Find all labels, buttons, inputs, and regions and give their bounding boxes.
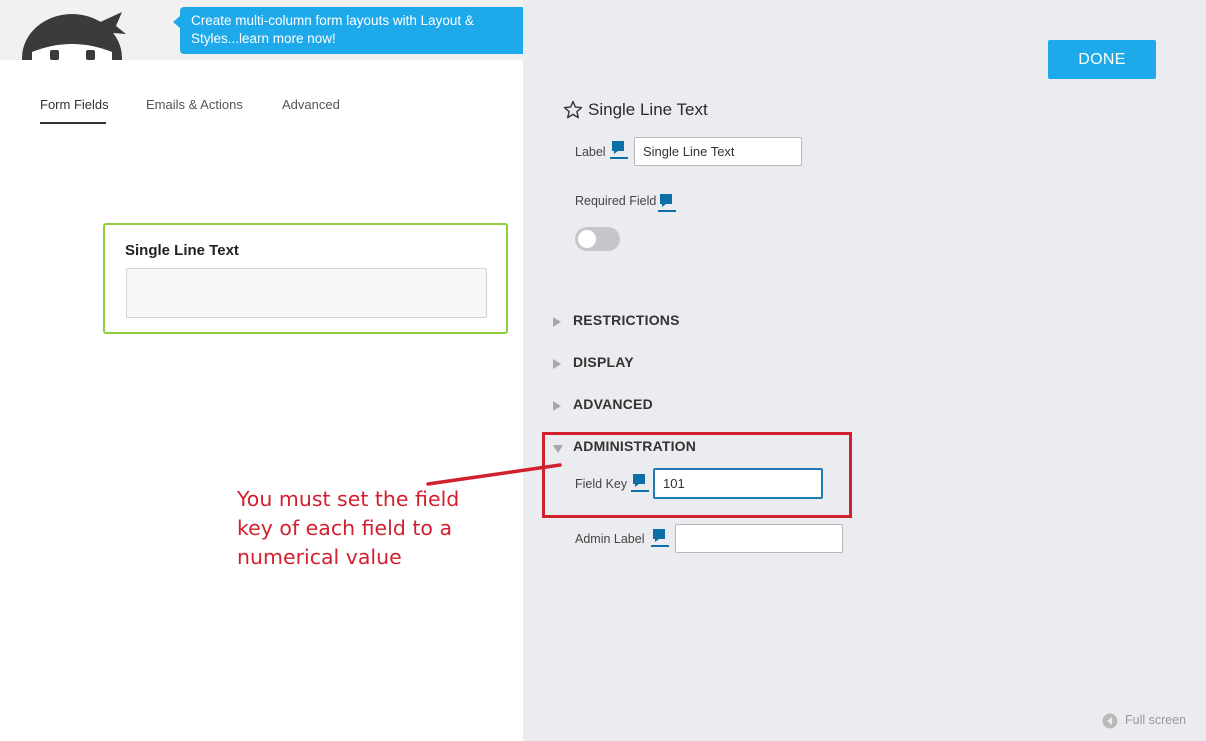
tab-form-fields[interactable]: Form Fields [40,97,109,112]
help-icon[interactable] [651,528,669,548]
form-builder-pane: Create multi-column form layouts with La… [0,0,523,741]
caret-right-icon [553,359,561,369]
collapse-arrow-icon [1102,713,1118,729]
field-card-title: Single Line Text [125,242,239,259]
active-tab-indicator [40,122,106,124]
tab-emails-actions[interactable]: Emails & Actions [146,97,243,112]
help-icon[interactable] [631,473,649,493]
admin-label-label: Admin Label [575,532,645,546]
help-icon[interactable] [610,140,628,160]
tab-advanced[interactable]: Advanced [282,97,340,112]
done-button[interactable]: DONE [1048,40,1156,79]
section-label: RESTRICTIONS [573,312,680,328]
section-label: DISPLAY [573,354,634,370]
caret-down-icon [553,445,563,453]
promo-text: Create multi-column form layouts with La… [191,13,474,46]
field-preview-input [126,268,487,318]
fullscreen-label: Full screen [1125,713,1187,727]
promo-tooltip[interactable]: Create multi-column form layouts with La… [173,7,523,54]
ninja-forms-logo-icon [18,6,128,60]
required-field-toggle[interactable] [575,227,620,251]
admin-label-input[interactable] [675,524,843,553]
label-input[interactable] [634,137,802,166]
panel-title-text: Single Line Text [588,100,708,119]
required-field-label: Required Field [575,194,657,208]
field-key-input[interactable] [653,468,823,499]
annotation-text: You must set the field key of each field… [237,487,460,569]
field-key-label: Field Key [575,477,628,491]
field-settings-panel: DONE Single Line Text Label Required Fie… [523,0,1206,741]
help-icon[interactable] [658,193,676,213]
section-label: ADMINISTRATION [573,438,697,454]
single-line-text-field-card[interactable]: Single Line Text [103,223,508,334]
toggle-knob [578,230,596,248]
label-setting-label: Label [575,145,606,159]
caret-right-icon [553,317,561,327]
caret-right-icon [553,401,561,411]
section-label: ADVANCED [573,396,653,412]
star-icon[interactable] [563,100,583,120]
